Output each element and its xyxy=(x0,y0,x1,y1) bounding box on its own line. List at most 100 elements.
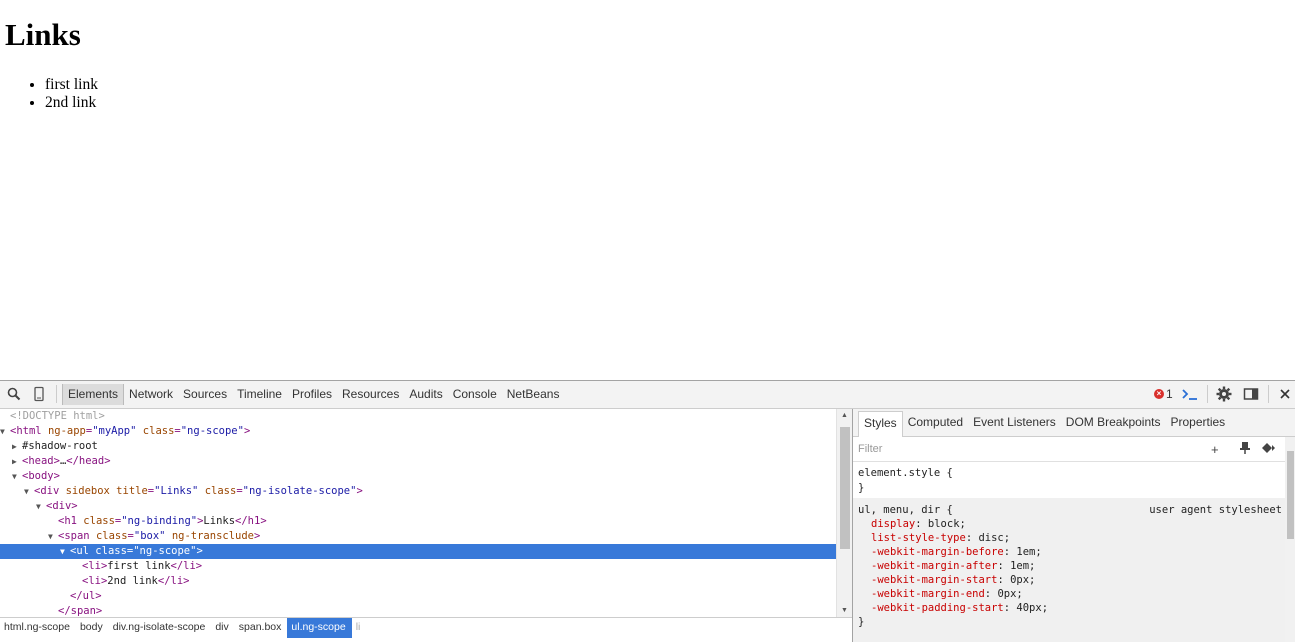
collapse-triangle-icon[interactable]: ▼ xyxy=(24,484,34,499)
breadcrumb-item[interactable]: li xyxy=(352,618,367,638)
style-rules: element.style { } ul, menu, dir { user a… xyxy=(853,462,1285,642)
css-property-name: display xyxy=(871,518,916,530)
dom-node[interactable]: ▼ <div sidebox title="Links" class="ng-is… xyxy=(0,484,836,499)
devtools-panel: Elements Network Sources Timeline Profil… xyxy=(0,380,1295,642)
dom-node[interactable]: <li>2nd link</li> xyxy=(0,574,836,589)
css-property[interactable]: list-style-type: disc; xyxy=(871,531,1010,545)
css-property-value: : 1em; xyxy=(997,560,1036,572)
sidebar-scrollbar[interactable] xyxy=(1285,437,1295,642)
scrollbar-thumb[interactable] xyxy=(1287,451,1294,539)
dom-node[interactable]: <li>first link</li> xyxy=(0,559,836,574)
css-property[interactable]: -webkit-margin-before: 1em; xyxy=(871,545,1042,559)
close-icon[interactable] xyxy=(1277,386,1293,402)
pin-icon[interactable] xyxy=(1239,441,1251,458)
breadcrumb-item[interactable]: div.ng-isolate-scope xyxy=(109,618,212,638)
dom-node[interactable]: ▼ <span class="box" ng-transclude> xyxy=(0,529,836,544)
dom-node[interactable]: ▼ <html ng-app="myApp" class="ng-scope"> xyxy=(0,424,836,439)
tag-text: > xyxy=(356,485,363,497)
dom-node[interactable]: <!DOCTYPE html> xyxy=(0,409,836,424)
dom-node[interactable]: </ul> xyxy=(0,589,836,604)
device-mode-icon[interactable] xyxy=(31,386,47,402)
rule-close-brace: } xyxy=(858,616,865,628)
collapse-triangle-icon[interactable]: ▼ xyxy=(0,424,10,439)
tab-console[interactable]: Console xyxy=(448,384,502,405)
dom-node[interactable]: ▶ #shadow-root xyxy=(0,439,836,454)
tab-profiles[interactable]: Profiles xyxy=(287,384,337,405)
error-count: 1 xyxy=(1166,387,1173,401)
css-property[interactable]: -webkit-margin-end: 0px; xyxy=(871,587,1023,601)
tab-timeline[interactable]: Timeline xyxy=(232,384,287,405)
css-property-value: : block; xyxy=(915,518,966,530)
tab-audits[interactable]: Audits xyxy=(404,384,447,405)
styles-sidebar: Styles Computed Event Listeners DOM Brea… xyxy=(852,409,1295,642)
attribute-name: class xyxy=(83,515,115,527)
error-counter[interactable]: × 1 xyxy=(1154,387,1173,401)
error-icon: × xyxy=(1154,389,1164,399)
expand-triangle-icon[interactable]: ▶ xyxy=(12,439,22,454)
tag-text: <li> xyxy=(82,560,108,572)
tab-netbeans[interactable]: NetBeans xyxy=(502,384,565,405)
dom-tree-scrollbar[interactable]: ▲ ▼ xyxy=(836,409,853,617)
tag-text: <ul xyxy=(70,545,96,557)
ua-rule-block: ul, menu, dir { user agent stylesheet di… xyxy=(853,498,1285,642)
css-property[interactable]: -webkit-margin-after: 1em; xyxy=(871,559,1035,573)
color-format-icon[interactable] xyxy=(1261,442,1277,457)
tab-elements[interactable]: Elements xyxy=(62,384,125,405)
css-property[interactable]: -webkit-margin-start: 0px; xyxy=(871,573,1035,587)
page-viewport: Links first link 2nd link xyxy=(0,0,1295,380)
tab-styles[interactable]: Styles xyxy=(858,411,903,437)
console-drawer-icon[interactable] xyxy=(1181,386,1197,402)
attribute-value: "ng-binding" xyxy=(121,515,198,527)
dom-node-selected[interactable]: ▼ <ul class="ng-scope"> xyxy=(0,544,836,559)
dom-node[interactable]: ▼ <body> xyxy=(0,469,836,484)
collapse-triangle-icon[interactable]: ▼ xyxy=(48,529,58,544)
dom-node[interactable]: ▶ <head>…</head> xyxy=(0,454,836,469)
scroll-down-icon[interactable]: ▼ xyxy=(841,607,848,614)
breadcrumb-item[interactable]: span.box xyxy=(235,618,288,638)
dom-node[interactable]: </span> xyxy=(0,604,836,617)
tag-text: <div xyxy=(34,485,66,497)
breadcrumb-item[interactable]: body xyxy=(76,618,109,638)
tab-dom-breakpoints[interactable]: DOM Breakpoints xyxy=(1061,409,1166,436)
filter-input[interactable]: Filter xyxy=(858,443,882,455)
dom-node[interactable]: <h1 class="ng-binding">Links</h1> xyxy=(0,514,836,529)
tab-sources[interactable]: Sources xyxy=(178,384,232,405)
tag-text: </li> xyxy=(157,575,190,587)
dock-icon[interactable] xyxy=(1243,386,1259,402)
rule-close-brace: } xyxy=(858,482,865,494)
new-style-rule-icon[interactable]: + xyxy=(1211,442,1219,457)
breadcrumb-item[interactable]: div xyxy=(211,618,234,638)
tab-network[interactable]: Network xyxy=(124,384,178,405)
link-item[interactable]: first link xyxy=(45,76,98,94)
link-item[interactable]: 2nd link xyxy=(45,94,98,112)
css-property-value: : 0px; xyxy=(997,574,1036,586)
node-text: Links xyxy=(203,515,236,527)
dom-tree[interactable]: <!DOCTYPE html> ▼ <html ng-app="myApp" cla… xyxy=(0,409,836,617)
tab-properties[interactable]: Properties xyxy=(1165,409,1230,436)
css-property-name: -webkit-margin-start xyxy=(871,574,998,586)
tab-resources[interactable]: Resources xyxy=(337,384,404,405)
scrollbar-thumb[interactable] xyxy=(840,427,850,549)
dom-node[interactable]: ▼ <div> xyxy=(0,499,836,514)
scroll-up-icon[interactable]: ▲ xyxy=(841,412,848,419)
styles-filter[interactable]: Filter + xyxy=(853,437,1285,462)
tab-event-listeners[interactable]: Event Listeners xyxy=(968,409,1061,436)
collapse-triangle-icon[interactable]: ▼ xyxy=(60,544,70,559)
collapse-triangle-icon[interactable]: ▼ xyxy=(12,469,22,484)
gear-icon[interactable] xyxy=(1216,386,1232,402)
attribute-name: ng-app xyxy=(47,425,86,437)
breadcrumb-item[interactable]: html.ng-scope xyxy=(0,618,76,638)
css-property-name: -webkit-margin-before xyxy=(871,546,1004,558)
breadcrumb-item-active[interactable]: ul.ng-scope xyxy=(287,618,352,638)
css-property[interactable]: -webkit-padding-start: 40px; xyxy=(871,601,1048,615)
css-property[interactable]: display: block; xyxy=(871,517,966,531)
tag-text: <div> xyxy=(46,500,78,512)
search-icon[interactable] xyxy=(6,386,22,402)
expand-triangle-icon[interactable]: ▶ xyxy=(12,454,22,469)
element-style-selector[interactable]: element.style { xyxy=(858,466,953,480)
tab-computed[interactable]: Computed xyxy=(903,409,968,436)
collapse-triangle-icon[interactable]: ▼ xyxy=(36,499,46,514)
page-heading: Links xyxy=(5,17,81,52)
attribute-value: "ng-scope" xyxy=(180,425,244,437)
tag-text: </li> xyxy=(170,560,203,572)
